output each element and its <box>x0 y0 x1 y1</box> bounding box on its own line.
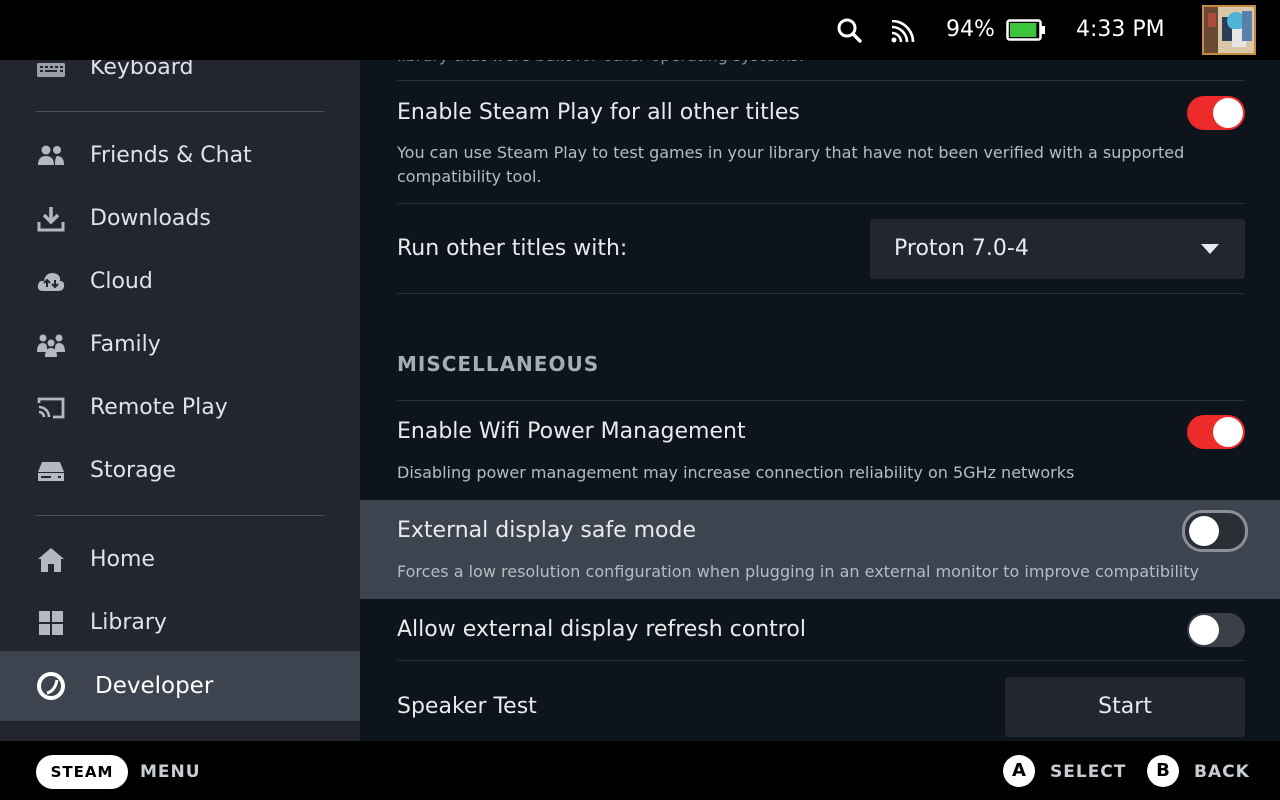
sidebar-item-family[interactable]: Family <box>0 313 360 376</box>
ext-refresh-label: Allow external display refresh control <box>397 617 806 642</box>
a-button-icon: A <box>1003 755 1035 787</box>
focused-row[interactable] <box>360 500 1280 599</box>
menu-label: MENU <box>140 762 201 782</box>
steam-button[interactable]: STEAM <box>36 755 128 789</box>
search-icon[interactable] <box>836 17 862 43</box>
sidebar-item-label: Friends & Chat <box>90 142 252 168</box>
divider <box>397 400 1245 401</box>
steam-play-all-toggle[interactable] <box>1187 96 1245 130</box>
ext-safe-mode-label: External display safe mode <box>397 518 696 543</box>
steam-play-all-label: Enable Steam Play for all other titles <box>397 100 800 125</box>
sidebar-item-library[interactable]: Library <box>0 591 360 654</box>
divider <box>36 515 324 516</box>
run-other-label: Run other titles with: <box>397 236 628 261</box>
friends-icon <box>38 145 64 165</box>
partial-description: library that were built for other operat… <box>397 60 1237 68</box>
divider <box>397 293 1245 294</box>
sidebar-item-storage[interactable]: Storage <box>0 439 360 502</box>
sidebar-item-label: Keyboard <box>90 60 194 80</box>
family-icon <box>37 334 65 357</box>
wifi-power-toggle[interactable] <box>1187 415 1245 449</box>
dropdown-value: Proton 7.0-4 <box>894 236 1029 261</box>
compat-tool-dropdown[interactable]: Proton 7.0-4 <box>870 219 1245 279</box>
toggle-knob <box>1213 98 1243 128</box>
download-icon <box>37 206 65 231</box>
cloud-icon <box>37 272 65 291</box>
ext-refresh-toggle[interactable] <box>1187 613 1245 647</box>
sidebar-item-remote-play[interactable]: Remote Play <box>0 376 360 439</box>
library-icon <box>39 610 63 635</box>
sidebar-item-label: Downloads <box>90 205 211 231</box>
sidebar-item-label: Home <box>90 546 155 572</box>
speaker-test-label: Speaker Test <box>397 694 537 719</box>
sidebar-item-label: Cloud <box>90 268 153 294</box>
section-header: MISCELLANEOUS <box>397 352 600 376</box>
settings-panel: library that were built for other operat… <box>360 60 1280 741</box>
divider <box>397 203 1245 204</box>
toggle-knob <box>1213 417 1243 447</box>
avatar[interactable] <box>1202 5 1256 55</box>
wifi-power-label: Enable Wifi Power Management <box>397 419 746 444</box>
ext-safe-mode-description: Forces a low resolution configuration wh… <box>397 562 1200 581</box>
sidebar-item-keyboard[interactable]: Keyboard <box>0 60 360 99</box>
chevron-down-icon <box>1201 244 1219 254</box>
divider <box>397 80 1245 81</box>
storage-icon <box>38 461 64 481</box>
select-label: SELECT <box>1050 762 1127 782</box>
sidebar-item-label: Storage <box>90 457 177 483</box>
ext-safe-mode-toggle[interactable] <box>1185 513 1245 549</box>
sidebar-item-downloads[interactable]: Downloads <box>0 187 360 250</box>
sidebar-item-cloud[interactable]: Cloud <box>0 250 360 313</box>
bottom-bar: STEAM MENU A SELECT B BACK <box>0 741 1280 800</box>
sidebar: Keyboard Friends & Chat Downloads Cloud <box>0 60 360 741</box>
sidebar-item-developer[interactable]: Developer <box>0 651 360 721</box>
sidebar-item-label: Remote Play <box>90 394 228 420</box>
cast-icon <box>37 397 65 418</box>
battery-percent: 94% <box>946 17 995 42</box>
keyboard-icon <box>37 63 65 77</box>
wifi-power-description: Disabling power management may increase … <box>397 463 1075 482</box>
signal-icon <box>891 20 915 43</box>
battery-icon <box>1006 19 1045 41</box>
clock: 4:33 PM <box>1076 17 1165 42</box>
toggle-knob <box>1189 516 1219 546</box>
toggle-knob <box>1189 615 1219 645</box>
sidebar-item-home[interactable]: Home <box>0 528 360 591</box>
steam-play-all-description: You can use Steam Play to test games in … <box>397 143 1185 186</box>
sidebar-item-friends[interactable]: Friends & Chat <box>0 124 360 187</box>
status-bar: 94% 4:33 PM <box>0 0 1280 60</box>
sidebar-item-label: Library <box>90 609 167 635</box>
sidebar-item-label: Family <box>90 331 161 357</box>
divider <box>36 111 324 112</box>
divider <box>397 660 1245 661</box>
sidebar-item-label: Developer <box>95 673 214 699</box>
back-label: BACK <box>1194 762 1250 782</box>
developer-icon <box>37 672 65 700</box>
home-icon <box>38 547 64 572</box>
speaker-test-start-button[interactable]: Start <box>1005 677 1245 737</box>
b-button-icon: B <box>1147 755 1179 787</box>
